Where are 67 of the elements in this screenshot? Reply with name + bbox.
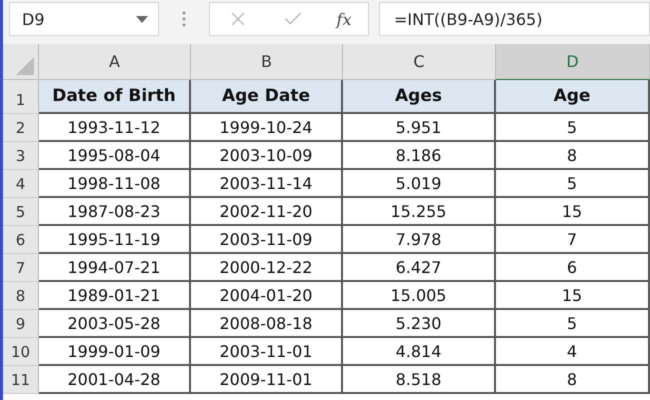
- table-cell: 7.978: [343, 226, 496, 254]
- table-cell: 5.951: [343, 114, 496, 142]
- insert-function-button[interactable]: fx: [336, 10, 352, 28]
- table-cell: 1995-11-19: [39, 226, 191, 254]
- table-cell: 2003-11-09: [191, 226, 343, 254]
- row-number[interactable]: 3: [3, 142, 39, 170]
- dropdown-caret-icon[interactable]: [136, 16, 148, 22]
- row-number[interactable]: 9: [3, 310, 39, 338]
- header-cell: Date of Birth: [39, 80, 191, 114]
- grip-icon: [181, 10, 187, 28]
- table-cell: 8.186: [343, 142, 496, 170]
- table-cell: 1989-01-21: [39, 282, 191, 310]
- table-cell: 2009-11-01: [191, 366, 343, 394]
- row-number[interactable]: 6: [3, 226, 39, 254]
- row-number[interactable]: 11: [3, 366, 39, 394]
- table-cell: 5.230: [343, 310, 496, 338]
- table-cell: 2002-11-20: [191, 198, 343, 226]
- table-cell: 8: [496, 366, 650, 394]
- header-cell: Age: [496, 80, 650, 114]
- table-cell: 15: [496, 282, 650, 310]
- column-header[interactable]: A: [39, 44, 191, 80]
- table-cell: 4: [496, 338, 650, 366]
- table-cell: 2003-11-01: [191, 338, 343, 366]
- table-cell: 1995-08-04: [39, 142, 191, 170]
- select-all-corner[interactable]: [3, 44, 39, 80]
- table-cell: 4.814: [343, 338, 496, 366]
- table-cell: 1993-11-12: [39, 114, 191, 142]
- table-cell: 1998-11-08: [39, 170, 191, 198]
- table-cell: 15.005: [343, 282, 496, 310]
- formula-field[interactable]: =INT((B9-A9)/365): [379, 2, 650, 36]
- table-cell: 2003-11-14: [191, 170, 343, 198]
- header-cell: Age Date: [191, 80, 343, 114]
- table-cell: 7: [496, 226, 650, 254]
- table-cell: 15.255: [343, 198, 496, 226]
- table-cell: 6: [496, 254, 650, 282]
- table-cell: 2001-04-28: [39, 366, 191, 394]
- column-header[interactable]: B: [191, 44, 343, 80]
- table-cell: 6.427: [343, 254, 496, 282]
- row-number[interactable]: 7: [3, 254, 39, 282]
- table-cell: 1987-08-23: [39, 198, 191, 226]
- table-cell: 15: [496, 198, 650, 226]
- cell-reference: D9: [22, 10, 44, 28]
- column-header[interactable]: C: [343, 44, 496, 80]
- table-cell: 5: [496, 170, 650, 198]
- table-cell: 2003-10-09: [191, 142, 343, 170]
- table-cell: 8: [496, 142, 650, 170]
- row-number[interactable]: 8: [3, 282, 39, 310]
- name-box[interactable]: D9: [9, 2, 159, 36]
- table-cell: 2003-05-28: [39, 310, 191, 338]
- row-number[interactable]: 10: [3, 338, 39, 366]
- table-cell: 5: [496, 114, 650, 142]
- table-cell: 5: [496, 310, 650, 338]
- table-cell: 2000-12-22: [191, 254, 343, 282]
- table-cell: 2004-01-20: [191, 282, 343, 310]
- column-header[interactable]: D: [496, 44, 650, 80]
- row-number[interactable]: 5: [3, 198, 39, 226]
- row-number[interactable]: 4: [3, 170, 39, 198]
- header-cell: Ages: [343, 80, 496, 114]
- row-number[interactable]: 1: [3, 80, 39, 114]
- row-number[interactable]: 2: [3, 114, 39, 142]
- table-cell: 1994-07-21: [39, 254, 191, 282]
- table-cell: 1999-10-24: [191, 114, 343, 142]
- table-cell: 2008-08-18: [191, 310, 343, 338]
- table-cell: 5.019: [343, 170, 496, 198]
- table-cell: 1999-01-09: [39, 338, 191, 366]
- corner-triangle-icon: [16, 57, 34, 75]
- table-cell: 8.518: [343, 366, 496, 394]
